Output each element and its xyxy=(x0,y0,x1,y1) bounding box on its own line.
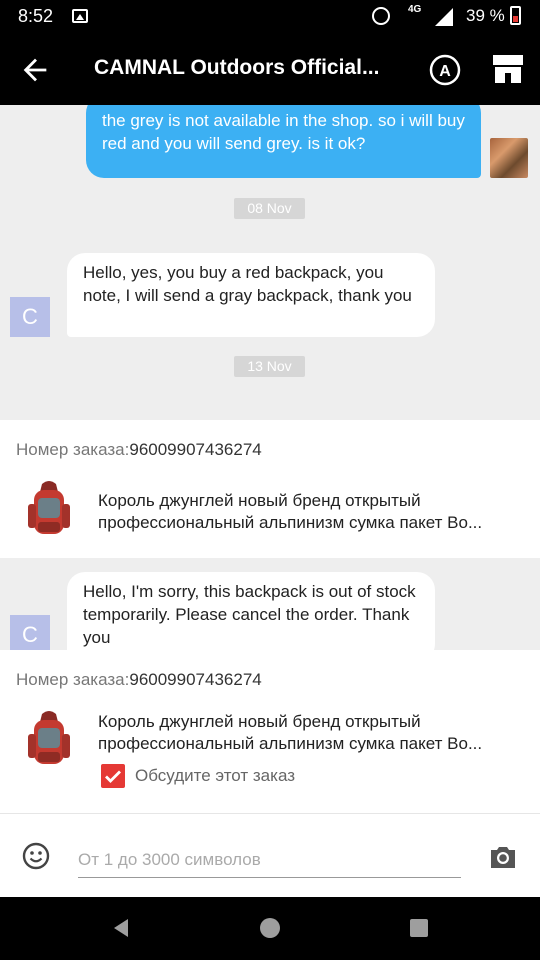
battery-level: 39 % xyxy=(466,6,505,25)
order-number: Номер заказа:96009907436274 xyxy=(16,440,262,460)
date-separator: 08 Nov xyxy=(234,198,305,219)
backpack-product-image xyxy=(28,711,70,764)
user-avatar xyxy=(490,138,528,178)
system-navigation-bar xyxy=(0,897,540,960)
incoming-message: Hello, yes, you buy a red backpack, you … xyxy=(67,253,435,337)
seller-avatar: C xyxy=(10,615,50,650)
message-input-bar xyxy=(0,813,540,897)
page-title: CAMNAL Outdoors Official... xyxy=(94,56,380,79)
incoming-message: Hello, I'm sorry, this backpack is out o… xyxy=(67,572,435,650)
status-bar: 8:52 4G 39 % xyxy=(0,0,540,33)
alarm-icon xyxy=(372,7,390,25)
network-type: 4G xyxy=(408,4,422,15)
image-notification-icon xyxy=(72,9,88,23)
battery-icon xyxy=(510,6,521,25)
nav-back-icon[interactable] xyxy=(108,915,134,941)
outgoing-message: the grey is not available in the shop. s… xyxy=(86,105,481,178)
order-number-value: 96009907436274 xyxy=(129,440,262,459)
svg-text:A: A xyxy=(439,63,451,80)
signal-icon xyxy=(435,8,453,26)
order-number-label: Номер заказа: xyxy=(16,670,130,689)
status-time: 8:52 xyxy=(18,6,54,26)
product-title: Король джунглей новый бренд открытый про… xyxy=(98,712,483,753)
camera-icon[interactable] xyxy=(488,844,518,870)
app-bar: CAMNAL Outdoors Official... A xyxy=(0,33,540,105)
seller-avatar: C xyxy=(10,297,50,337)
emoji-icon[interactable] xyxy=(22,842,50,870)
back-arrow-icon[interactable] xyxy=(18,53,52,87)
nav-recents-icon[interactable] xyxy=(406,915,432,941)
order-number-value: 96009907436274 xyxy=(129,670,262,689)
message-input[interactable] xyxy=(78,842,461,878)
order-number: Номер заказа:96009907436274 xyxy=(16,670,262,690)
discuss-order-label[interactable]: Обсудите этот заказ xyxy=(135,766,295,786)
discuss-order-checkbox[interactable] xyxy=(101,764,125,788)
store-icon[interactable] xyxy=(490,51,526,87)
backpack-product-image xyxy=(28,481,70,534)
date-separator: 13 Nov xyxy=(234,356,305,377)
chat-area[interactable]: the grey is not available in the shop. s… xyxy=(0,105,540,650)
current-order-card[interactable]: Номер заказа:96009907436274 Король джунг… xyxy=(0,650,540,813)
product-title: Король джунглей новый бренд открытый про… xyxy=(98,491,483,532)
nav-home-icon[interactable] xyxy=(257,915,283,941)
order-number-label: Номер заказа: xyxy=(16,440,130,459)
translate-icon[interactable]: A xyxy=(428,53,462,87)
order-card[interactable]: Номер заказа:96009907436274 Король джунг… xyxy=(0,420,540,558)
